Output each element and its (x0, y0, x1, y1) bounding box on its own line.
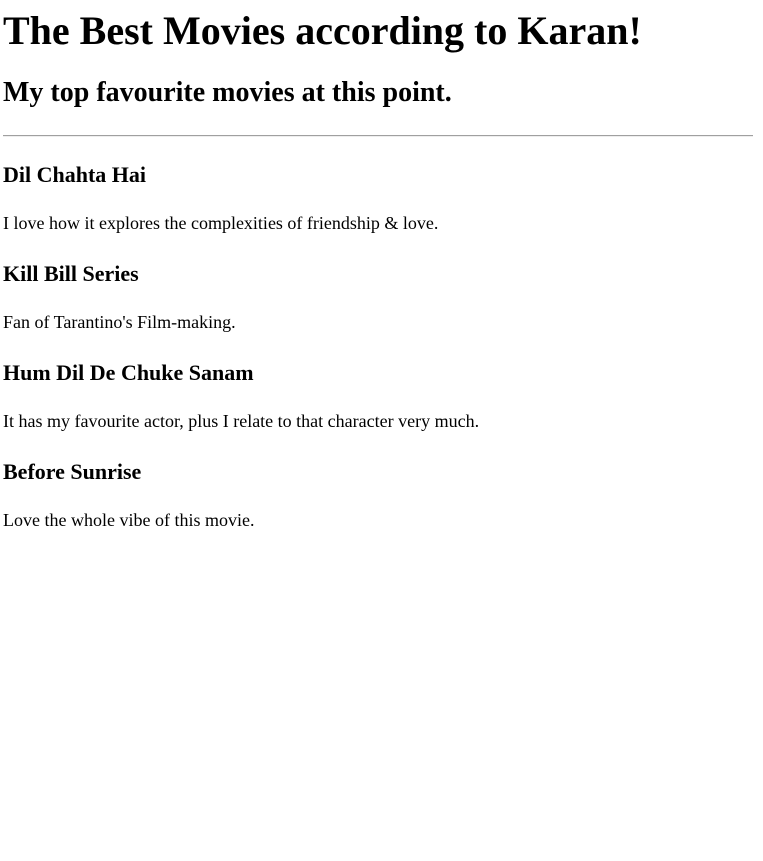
movie-item: Hum Dil De Chuke Sanam It has my favouri… (3, 360, 753, 432)
page-title: The Best Movies according to Karan! (3, 8, 642, 53)
movie-list: Dil Chahta Hai I love how it explores th… (3, 162, 753, 531)
page-subtitle: My top favourite movies at this point. (3, 77, 452, 108)
movie-title: Kill Bill Series (3, 261, 139, 287)
movie-description: Love the whole vibe of this movie. (3, 510, 255, 531)
movie-title: Before Sunrise (3, 459, 142, 485)
movie-description: I love how it explores the complexities … (3, 213, 439, 234)
movie-item: Kill Bill Series Fan of Tarantino's Film… (3, 261, 753, 333)
movie-title: Dil Chahta Hai (3, 162, 147, 188)
movie-item: Dil Chahta Hai I love how it explores th… (3, 162, 753, 234)
movie-description: Fan of Tarantino's Film-making. (3, 312, 236, 333)
divider (3, 135, 753, 138)
page-content: The Best Movies according to Karan! My t… (0, 8, 763, 531)
movie-item: Before Sunrise Love the whole vibe of th… (3, 459, 753, 531)
movie-description: It has my favourite actor, plus I relate… (3, 411, 480, 432)
movie-title: Hum Dil De Chuke Sanam (3, 360, 254, 386)
